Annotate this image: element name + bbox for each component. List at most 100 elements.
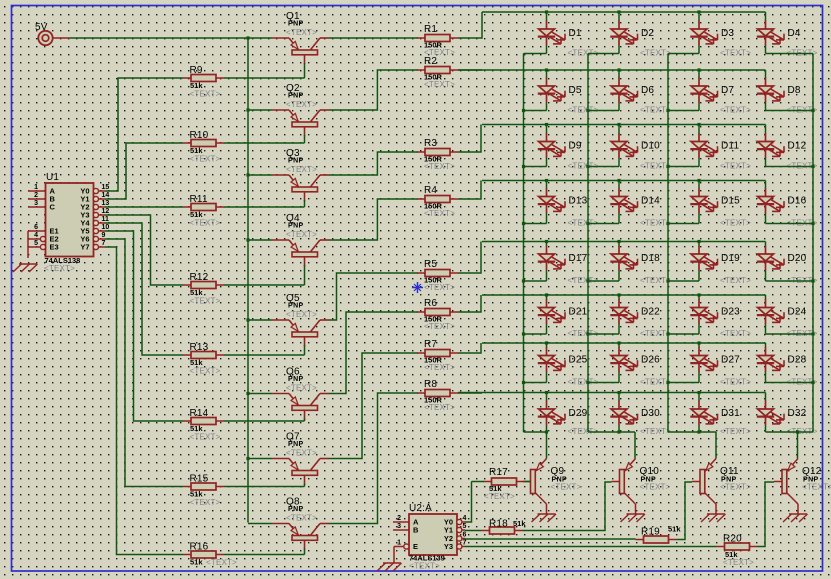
svg-text:15: 15 <box>102 184 110 191</box>
svg-text:R4: R4 <box>424 185 437 196</box>
svg-text:2: 2 <box>397 515 401 522</box>
svg-text:<TEXT>: <TEXT> <box>424 363 455 372</box>
svg-text:D17: D17 <box>569 253 588 264</box>
svg-text:C: C <box>50 203 56 212</box>
svg-text:D6: D6 <box>641 85 654 96</box>
svg-text:D15: D15 <box>721 196 740 207</box>
svg-text:<TEXT>: <TEXT> <box>424 80 455 89</box>
svg-text:R3: R3 <box>424 138 437 149</box>
svg-text:4: 4 <box>34 232 38 239</box>
svg-text:R15: R15 <box>190 474 209 485</box>
svg-text:<TEXT>: <TEXT> <box>286 449 317 458</box>
svg-text:2: 2 <box>34 192 38 199</box>
svg-text:<TEXT>: <TEXT> <box>190 219 221 228</box>
svg-text:<TEXT>: <TEXT> <box>424 162 455 171</box>
svg-text:<TEXT>: <TEXT> <box>640 427 671 436</box>
svg-text:Y3: Y3 <box>444 542 453 551</box>
svg-text:D18: D18 <box>641 253 660 264</box>
svg-text:6: 6 <box>34 224 38 231</box>
svg-text:<TEXT>: <TEXT> <box>190 498 221 507</box>
svg-text:D12: D12 <box>788 141 807 152</box>
svg-text:<TEXT>: <TEXT> <box>190 297 221 306</box>
svg-text:E3: E3 <box>50 243 59 252</box>
svg-text:<TEXT>: <TEXT> <box>484 492 515 501</box>
svg-text:<TEXT>: <TEXT> <box>802 483 831 492</box>
svg-text:R14: R14 <box>190 408 209 419</box>
svg-text:51k: 51k <box>513 519 526 528</box>
svg-text:<TEXT>: <TEXT> <box>190 433 221 442</box>
svg-text:R13: R13 <box>190 342 209 353</box>
svg-text:R11: R11 <box>190 194 208 205</box>
svg-text:51k: 51k <box>190 558 203 567</box>
svg-text:<TEXT>: <TEXT> <box>720 49 751 58</box>
svg-text:6: 6 <box>463 532 467 539</box>
svg-text:<TEXT>: <TEXT> <box>720 219 751 228</box>
svg-text:Q11: Q11 <box>720 466 739 477</box>
svg-text:R8: R8 <box>424 379 437 390</box>
svg-text:PNP: PNP <box>288 303 304 310</box>
svg-text:R16: R16 <box>190 542 209 553</box>
svg-text:R18: R18 <box>489 519 508 530</box>
svg-text:PNP: PNP <box>288 441 304 448</box>
svg-text:R12: R12 <box>190 272 209 283</box>
svg-text:<TEXT>: <TEXT> <box>190 367 221 376</box>
svg-text:<TEXT>: <TEXT> <box>286 100 317 109</box>
svg-text:<TEXT>: <TEXT> <box>640 483 671 492</box>
svg-text:D2: D2 <box>641 28 654 39</box>
svg-text:<TEXT>: <TEXT> <box>720 427 751 436</box>
svg-text:<TEXT>: <TEXT> <box>720 106 751 115</box>
svg-text:D3: D3 <box>721 28 734 39</box>
svg-text:R20: R20 <box>723 534 742 545</box>
svg-text:R10: R10 <box>190 130 209 141</box>
svg-text:D20: D20 <box>788 253 807 264</box>
svg-text:12: 12 <box>102 208 110 215</box>
svg-text:D26: D26 <box>641 355 660 366</box>
svg-text:7: 7 <box>102 240 106 247</box>
svg-text:R7: R7 <box>424 339 437 350</box>
svg-text:D25: D25 <box>569 355 588 366</box>
svg-text:D24: D24 <box>788 307 807 318</box>
svg-text:<TEXT>: <TEXT> <box>723 558 754 567</box>
svg-text:D32: D32 <box>788 408 807 419</box>
svg-text:D7: D7 <box>721 85 734 96</box>
svg-text:51k: 51k <box>668 525 681 534</box>
svg-text:D19: D19 <box>721 253 740 264</box>
svg-text:D23: D23 <box>721 307 740 318</box>
svg-text:R17: R17 <box>489 467 508 478</box>
svg-text:<TEXT>: <TEXT> <box>424 283 455 292</box>
svg-text:D16: D16 <box>788 196 807 207</box>
svg-text:<TEXT>: <TEXT> <box>424 322 455 331</box>
svg-text:<TEXT>: <TEXT> <box>286 165 317 174</box>
svg-text:<TEXT>: <TEXT> <box>720 378 751 387</box>
svg-text:Y7: Y7 <box>80 243 89 252</box>
svg-text:D22: D22 <box>641 307 660 318</box>
svg-text:<TEXT>: <TEXT> <box>720 329 751 338</box>
svg-text:<TEXT>: <TEXT> <box>409 562 440 571</box>
svg-text:10: 10 <box>102 224 110 231</box>
svg-text:PNP: PNP <box>288 93 304 100</box>
svg-text:<TEXT>: <TEXT> <box>190 90 221 99</box>
svg-text:1: 1 <box>34 184 38 191</box>
svg-text:<TEXT>: <TEXT> <box>720 162 751 171</box>
svg-text:Q12: Q12 <box>802 466 822 477</box>
svg-text:D14: D14 <box>641 196 660 207</box>
svg-text:<TEXT>: <TEXT> <box>286 230 317 239</box>
svg-text:R2: R2 <box>424 56 437 67</box>
svg-text:<TEXT>: <TEXT> <box>286 310 317 319</box>
svg-text:3: 3 <box>397 523 401 530</box>
svg-text:<TEXT>: <TEXT> <box>206 558 237 567</box>
svg-text:B: B <box>413 526 419 535</box>
svg-text:<TEXT>: <TEXT> <box>424 403 455 412</box>
svg-text:7: 7 <box>463 540 467 547</box>
svg-text:4: 4 <box>463 515 467 522</box>
svg-text:D9: D9 <box>569 141 582 152</box>
svg-text:5: 5 <box>463 523 467 530</box>
svg-text:D30: D30 <box>641 408 660 419</box>
svg-text:E: E <box>413 542 418 551</box>
svg-text:<TEXT>: <TEXT> <box>720 483 751 492</box>
svg-text:Q10: Q10 <box>640 466 660 477</box>
svg-text:PNP: PNP <box>288 506 304 513</box>
svg-text:PNP: PNP <box>288 223 304 230</box>
svg-text:14: 14 <box>102 192 110 199</box>
svg-text:Q9: Q9 <box>551 466 565 477</box>
